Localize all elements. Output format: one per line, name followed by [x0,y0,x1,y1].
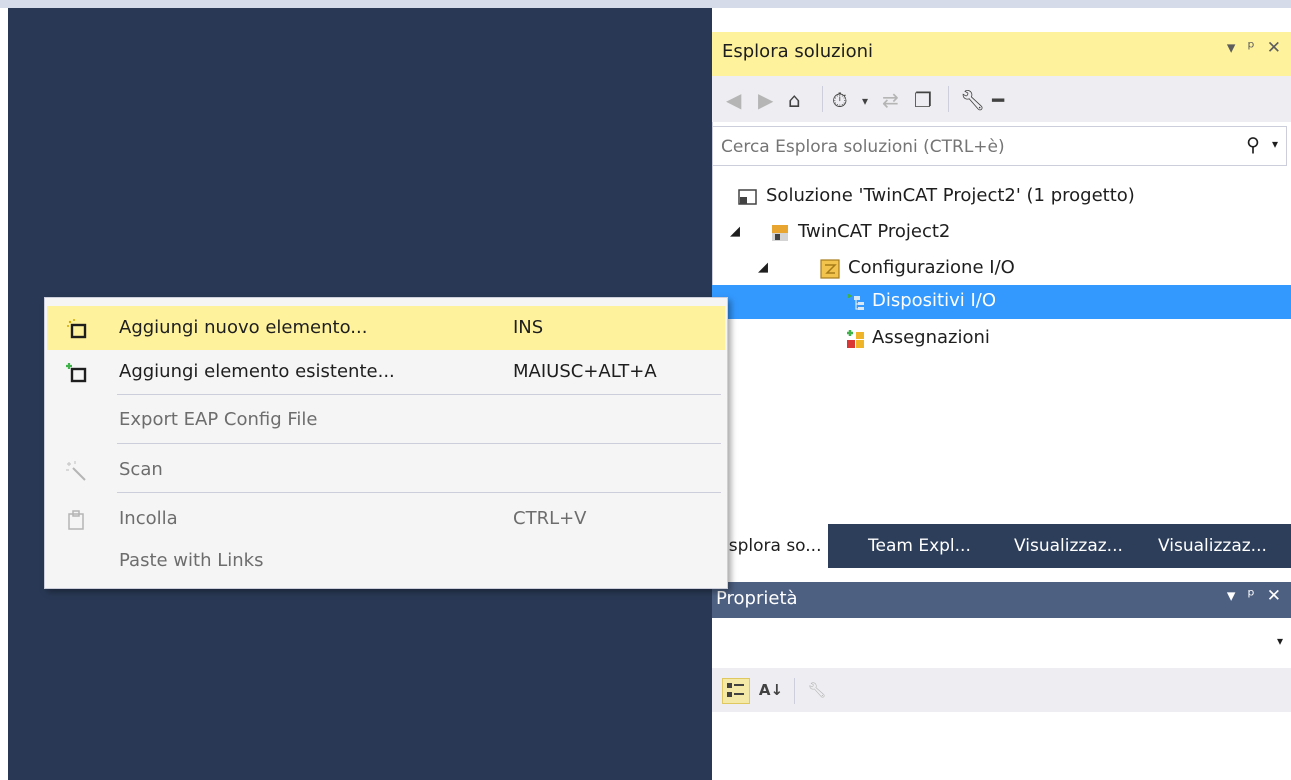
home-icon[interactable]: ⌂ [788,88,801,112]
expand-arrow-icon[interactable]: ◢ [758,260,768,275]
tab-solution-explorer[interactable]: Esplora so... [712,524,828,568]
scan-wand-icon [66,461,86,481]
menu-item-add-existing[interactable]: Aggiungi elemento esistente... MAIUSC+AL… [47,350,725,394]
tab-view-2[interactable]: Visualizzaz... [1152,524,1273,568]
chevron-down-icon[interactable]: ▾ [1277,634,1283,648]
pin-minimize-icon[interactable]: ━ [992,88,1004,112]
back-icon[interactable]: ◀ [726,88,741,112]
collapse-all-icon[interactable]: ❐ [914,88,932,112]
tab-view-1[interactable]: Visualizzaz... [1008,524,1129,568]
wrench-icon[interactable]: 🔧︎ [960,88,985,112]
mappings-icon [847,330,864,348]
solution-search-box[interactable]: ⚲ ▾ [712,126,1287,166]
close-icon[interactable]: ✕ [1267,38,1281,58]
pending-changes-icon[interactable]: ⏱ [832,88,848,112]
alphabetical-sort-icon[interactable]: A↓ [758,678,784,702]
dropdown-icon[interactable]: ▾ [1227,586,1236,606]
forward-icon[interactable]: ▶ [758,88,773,112]
categorized-icon[interactable] [722,678,750,704]
solution-explorer-titlebar[interactable]: Esplora soluzioni ▾ ᵖ ✕ [712,32,1291,76]
chevron-down-icon[interactable]: ▾ [1272,137,1278,151]
solution-explorer-title: Esplora soluzioni [722,41,874,62]
twincat-project-icon [772,225,788,241]
properties-toolbar: A↓ 🔧︎ [712,668,1291,712]
tab-team-explorer[interactable]: Team Expl... [862,524,977,568]
tree-item-project[interactable]: ◢ TwinCAT Project2 [712,216,1291,250]
solution-icon [738,189,757,205]
tree-item-io-config[interactable]: ◢ Configurazione I/O [712,252,1291,286]
wrench-icon[interactable]: 🔧︎ [804,678,830,702]
io-config-icon [820,259,840,279]
menu-item-paste[interactable]: Incolla CTRL+V [47,497,725,541]
paste-icon [68,510,84,530]
object-selector[interactable]: ▾ [712,626,1291,656]
tree-item-mappings[interactable]: Assegnazioni [712,322,1291,356]
tree-item-io-devices[interactable]: Dispositivi I/O [712,285,1291,319]
sync-icon[interactable]: ⇄ [882,88,899,112]
properties-title: Proprietà [716,588,798,609]
dropdown-icon[interactable]: ▾ [1227,38,1236,58]
menu-item-scan[interactable]: Scan [47,448,725,492]
io-devices-icon [847,294,864,310]
top-strip [0,0,1291,8]
panel-tab-strip: Esplora so... Team Expl... Visualizzaz..… [712,524,1291,568]
new-item-icon [67,319,87,339]
context-menu: Aggiungi nuovo elemento... INS Aggiungi … [44,297,728,589]
solution-explorer-toolbar: ◀ ▶ ⌂ ⏱ ▾ ⇄ ❐ 🔧︎ ━ [712,76,1291,122]
tree-item-solution[interactable]: Soluzione 'TwinCAT Project2' (1 progetto… [712,180,1291,214]
chevron-down-icon[interactable]: ▾ [862,94,868,108]
search-icon[interactable]: ⚲ [1246,134,1260,156]
search-input[interactable] [719,133,1223,161]
pin-icon[interactable]: ᵖ [1247,586,1254,606]
menu-item-add-new[interactable]: Aggiungi nuovo elemento... INS [47,306,725,350]
properties-titlebar[interactable]: Proprietà ▾ ᵖ ✕ [712,582,1291,618]
menu-item-paste-links[interactable]: Paste with Links [47,539,725,583]
existing-item-icon [66,363,87,383]
close-icon[interactable]: ✕ [1267,586,1281,606]
expand-arrow-icon[interactable]: ◢ [730,224,740,239]
pin-icon[interactable]: ᵖ [1247,38,1254,58]
menu-item-export-eap[interactable]: Export EAP Config File [47,398,725,442]
